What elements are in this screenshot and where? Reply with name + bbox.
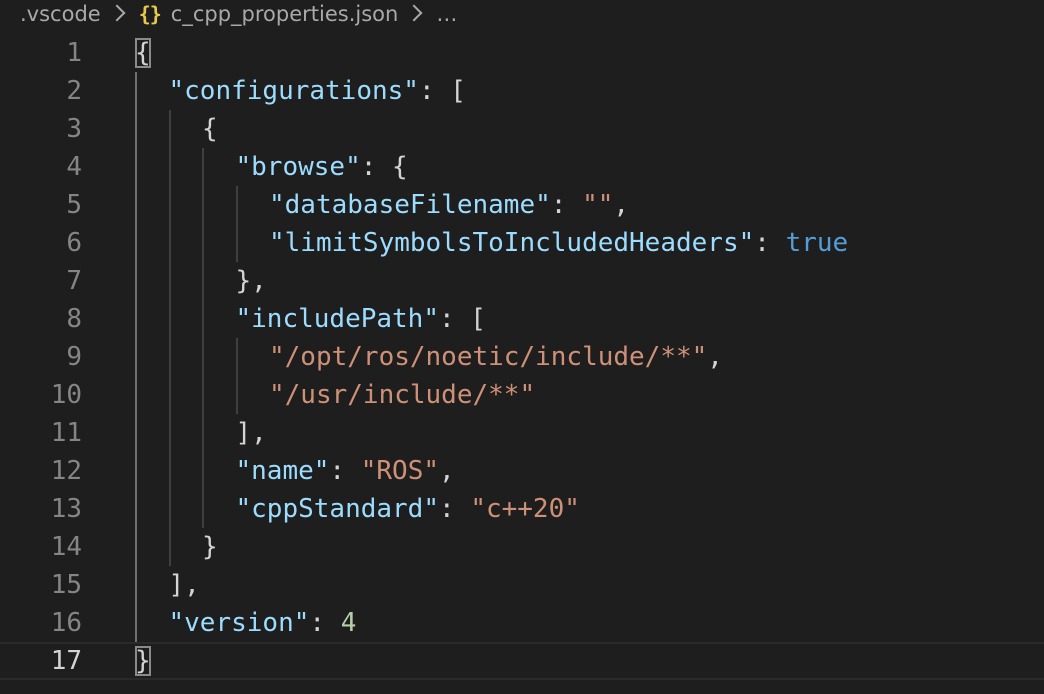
code-text: "version": 4 — [169, 604, 357, 642]
code-token: } — [202, 532, 218, 562]
code-token: "databaseFilename" — [269, 190, 551, 220]
indent-guide — [202, 148, 204, 528]
code-text: "includePath": [ — [236, 300, 486, 338]
line-number: 4 — [66, 152, 82, 182]
code-text: "name": "ROS", — [236, 452, 455, 490]
code-token: ], — [168, 570, 200, 600]
code-token: true — [785, 228, 849, 258]
code-line[interactable]: 1{ — [0, 34, 1044, 72]
matching-bracket: { — [135, 38, 151, 68]
code-token: "c++20" — [470, 494, 580, 524]
code-text: } — [202, 528, 218, 566]
code-line[interactable]: 15], — [0, 566, 1044, 604]
line-number: 1 — [66, 38, 82, 68]
code-token: : — [329, 456, 361, 486]
code-token: "cppStandard" — [235, 494, 440, 524]
code-line[interactable]: 6 "limitSymbolsToIncludedHeaders": true — [0, 224, 1044, 262]
code-token: { — [202, 114, 218, 144]
breadcrumb-folder[interactable]: .vscode — [20, 2, 101, 26]
code-token: "browse" — [235, 152, 361, 182]
code-text: "cppStandard": "c++20" — [236, 490, 580, 528]
code-line[interactable]: 13 "cppStandard": "c++20" — [0, 490, 1044, 528]
code-text: "configurations": [ — [169, 72, 466, 110]
json-file-icon: {} — [138, 2, 162, 26]
code-token: : [ — [418, 76, 466, 106]
line-number: 16 — [50, 608, 82, 638]
breadcrumb-file[interactable]: c_cpp_properties.json — [171, 2, 399, 26]
code-token: "/usr/include/**" — [269, 380, 536, 410]
code-token: "/opt/ros/noetic/include/**" — [269, 342, 708, 372]
code-token: "name" — [235, 456, 330, 486]
line-number: 15 — [50, 570, 82, 600]
code-text: "/usr/include/**" — [269, 376, 535, 414]
line-number: 11 — [50, 418, 82, 448]
code-token: "limitSymbolsToIncludedHeaders" — [269, 228, 755, 258]
code-text: "/opt/ros/noetic/include/**", — [269, 338, 723, 376]
code-line[interactable]: 2 "configurations": [ — [0, 72, 1044, 110]
line-number: 5 — [66, 190, 82, 220]
line-number: 3 — [66, 114, 82, 144]
code-token: , — [707, 342, 723, 372]
code-line[interactable]: 10 "/usr/include/**" — [0, 376, 1044, 414]
code-line[interactable]: 12 "name": "ROS", — [0, 452, 1044, 490]
code-token: "includePath" — [235, 304, 440, 334]
code-token: : — [309, 608, 341, 638]
line-number: 12 — [50, 456, 82, 486]
code-line[interactable]: 4 "browse": { — [0, 148, 1044, 186]
code-text: "databaseFilename": "", — [269, 186, 629, 224]
code-token: : [ — [439, 304, 486, 334]
code-editor[interactable]: 1{2 "configurations": [3{4 "browse": {5 "da… — [0, 34, 1044, 694]
code-token: 4 — [340, 608, 357, 638]
line-number: 2 — [66, 76, 82, 106]
code-text: "browse": { — [236, 148, 408, 186]
breadcrumb: .vscode {} c_cpp_properties.json … — [0, 0, 1044, 28]
code-line[interactable]: 5 "databaseFilename": "", — [0, 186, 1044, 224]
indent-guide — [235, 186, 238, 262]
line-number: 14 — [50, 532, 82, 562]
code-line[interactable]: 16 "version": 4 — [0, 604, 1044, 642]
code-line[interactable]: 7}, — [0, 262, 1044, 300]
code-line[interactable]: 9 "/opt/ros/noetic/include/**", — [0, 338, 1044, 376]
code-token: "ROS" — [360, 456, 440, 486]
code-token: : — [550, 190, 583, 220]
code-line[interactable]: 14} — [0, 528, 1044, 566]
line-number: 6 — [66, 228, 82, 258]
code-line[interactable]: 3{ — [0, 110, 1044, 148]
line-number: 9 — [66, 342, 82, 372]
line-number: 7 — [66, 266, 82, 296]
line-number: 17 — [50, 646, 82, 676]
matching-bracket: } — [135, 646, 151, 676]
line-number: 10 — [50, 380, 82, 410]
code-line[interactable]: 11], — [0, 414, 1044, 452]
code-line[interactable]: 8 "includePath": [ — [0, 300, 1044, 338]
code-text: } — [135, 644, 151, 678]
code-text: { — [135, 34, 151, 72]
code-token: : { — [360, 152, 408, 182]
code-token: , — [439, 456, 455, 486]
line-number: 13 — [50, 494, 82, 524]
code-text: "limitSymbolsToIncludedHeaders": true — [269, 224, 848, 262]
code-token: "configurations" — [168, 76, 419, 106]
code-text: }, — [236, 262, 267, 300]
indent-guide — [235, 338, 238, 414]
code-token: "version" — [168, 608, 310, 638]
chevron-right-icon — [108, 4, 126, 22]
line-number: 8 — [66, 304, 82, 334]
code-token: }, — [235, 266, 267, 296]
code-token: ], — [235, 418, 267, 448]
chevron-right-icon — [405, 4, 423, 22]
indent-guide — [135, 72, 137, 642]
code-token: , — [613, 190, 630, 220]
code-text: { — [202, 110, 218, 148]
code-text: ], — [169, 566, 200, 604]
code-token: : — [754, 228, 786, 258]
code-text: ], — [236, 414, 267, 452]
indent-guide — [168, 110, 171, 566]
code-token: : — [439, 494, 471, 524]
breadcrumb-more[interactable]: … — [436, 2, 457, 26]
code-line[interactable]: 17} — [0, 642, 1044, 680]
code-token: "" — [582, 190, 614, 220]
